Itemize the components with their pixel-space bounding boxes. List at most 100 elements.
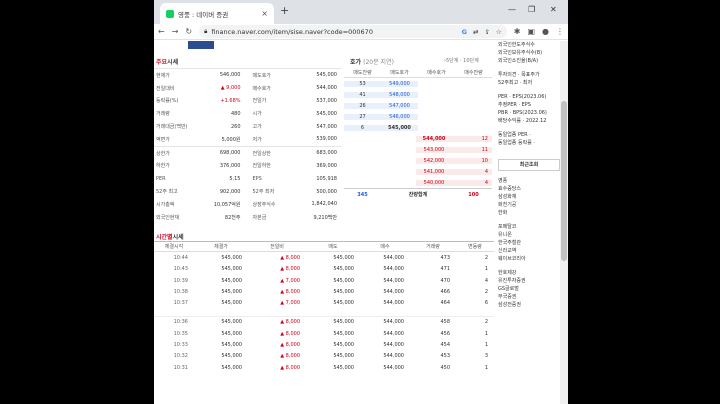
menu-kebab-icon[interactable]: ⋮ [556,27,564,36]
google-icon[interactable]: G [462,28,467,36]
quote-label: 현재가 [156,72,170,79]
ask-price[interactable]: 548,000 [381,91,418,98]
profile-avatar-icon[interactable]: ● [542,27,549,36]
recent-view-button[interactable]: 최근조회 [498,159,560,171]
quote-row: 등락률(%) +1.68% 전일가 537,000 [154,95,341,108]
quote-value: 1,842,040 [311,201,337,208]
time-cell: 10:32 [173,353,188,360]
bid-qty: 4 [452,179,492,186]
time-cell: ▲ 8,000 [280,330,300,337]
time-cell: 453 [440,353,450,360]
time-cell: 2 [484,319,488,326]
quote-label: 전일가 [252,98,267,105]
lock-icon[interactable]: 🔒︎ [204,28,207,36]
sidebar-line[interactable]: 화천기공 [498,201,560,209]
ask-price[interactable]: 549,000 [381,80,418,87]
close-tab-icon[interactable]: × [261,9,268,18]
time-cell: ▲ 7,000 [280,277,300,284]
orderbook-header-cell: 매도잔량 [353,70,372,76]
quote-value: 545,000 [316,110,337,117]
quote-row: 하한가 376,000 전일하한 369,000 [154,160,341,173]
time-header-cell: 변동량 [468,244,482,251]
quote-label: 매수호가 [252,85,271,92]
quote-value: 480 [230,110,241,117]
ask-row: 6 545,000 [344,122,492,133]
quote-value: 902,000 [219,188,241,195]
time-cell: ▲ 8,000 [280,353,300,360]
sidebar-line[interactable]: 포메탈코 [498,223,560,231]
restore-button[interactable]: ❐ [528,5,535,14]
quote-label: 자본금 [252,214,267,221]
sidebar-line[interactable]: 영풍 [498,177,560,185]
bid-row: 544,000 12 [344,133,492,144]
naver-favicon-icon [166,9,174,18]
table-row: 10:33 545,000 ▲ 8,000 545,000 544,000 454 1 [154,339,494,350]
tab-active[interactable]: 영풍 : 네이버 증권 × [160,3,274,24]
time-cell: 545,000 [333,254,354,261]
extensions-icon[interactable]: ✱ [514,27,521,36]
time-cell: 544,000 [383,277,404,284]
bid-price[interactable]: 544,000 [416,135,452,142]
orderbook-title: 호가 (20분 지연) [350,59,394,66]
time-cell: 10:38 [173,288,188,295]
sidebar-line[interactable]: 삼성화재 [498,193,560,201]
quote-row: 상한가 698,000 전일상한 683,000 [154,147,341,160]
quote-label: 거래대금(백만) [156,124,188,131]
bid-qty: 12 [452,135,492,142]
ask-price[interactable]: 545,000 [381,124,418,131]
time-cell: 545,000 [333,353,354,360]
sidebar-line[interactable]: 유진투자증권 [498,277,560,285]
address-bar[interactable]: 🔒︎ finance.naver.com/item/sise.naver?cod… [199,25,507,38]
sidebar-line[interactable]: 삼성전증권 [498,301,560,309]
quote-label: 등락률(%) [156,98,179,105]
new-tab-button[interactable]: + [280,4,289,17]
sidepanel-icon[interactable]: ▣ [527,27,535,36]
time-header-cell: 매도 [328,244,338,251]
sidebar-line: PBR · BPS(2023.06) [498,110,547,116]
bid-price[interactable]: 543,000 [416,146,452,153]
bid-price[interactable]: 541,000 [416,168,452,175]
bid-price[interactable]: 540,000 [416,179,452,186]
translate-icon[interactable]: ⇄ [473,28,478,36]
time-cell: 545,000 [333,300,354,307]
sidebar-line[interactable]: 부국증권 [498,293,560,301]
time-table-header: 체결시각 체결가 전일비 매도 매수 거래량 변동량 [154,241,494,253]
share-icon[interactable]: ⇪ [484,28,489,36]
scrollbar-thumb[interactable] [561,101,567,261]
sidebar-line[interactable]: 한호제강 [498,269,560,277]
sidebar-line[interactable]: GS글로벌 [498,285,560,293]
main-column: 주요시세 현재가 546,000 매도호가 545,000 전일대비 ▲ 9,000 매수호… [154,41,494,404]
sidebar-line[interactable]: 한화 [498,209,560,217]
bid-price[interactable]: 542,000 [416,157,452,164]
ask-price[interactable]: 546,000 [381,113,418,120]
sidebar-line[interactable]: 효수증당스 [498,185,560,193]
quote-value: 698,000 [219,150,241,157]
ask-price[interactable]: 547,000 [381,102,418,109]
quote-value: 5.15 [229,175,241,182]
back-icon[interactable]: ← [158,27,165,36]
orderbook-depth-link[interactable]: ›5단계 · 10단계 [444,57,479,64]
time-cell: ▲ 8,000 [280,319,300,326]
forward-icon[interactable]: → [172,27,179,36]
scrollbar[interactable] [560,41,568,404]
total-label: 잔량합계 [408,192,428,198]
sidebar-line[interactable]: 웨이브코리아 [498,255,560,263]
time-cell: 473 [440,254,450,261]
sidebar-line[interactable]: 신라교역 [498,247,560,255]
quote-label: 시가 [252,111,262,118]
quote-row: 현재가 546,000 매도호가 545,000 [154,69,341,82]
bid-row: 542,000 10 [344,155,492,166]
time-cell: 471 [440,266,450,273]
close-window-button[interactable]: ✕ [550,5,557,14]
sidebar-line: 외국인한도주식수 [498,42,535,48]
time-cell: 544,000 [383,254,404,261]
time-cell: 545,000 [221,364,242,371]
sidebar-line[interactable]: 유니온 [498,231,560,239]
bookmark-star-icon[interactable]: ☆ [496,28,502,36]
time-cell: 2 [484,288,488,295]
tab-bar: 영풍 : 네이버 증권 × + — ❐ ✕ [154,0,568,24]
sidebar-line[interactable]: 한국주철관 [498,239,560,247]
time-cell: ▲ 8,000 [280,364,300,371]
reload-icon[interactable]: ↻ [185,27,192,36]
minimize-button[interactable]: — [508,5,516,14]
